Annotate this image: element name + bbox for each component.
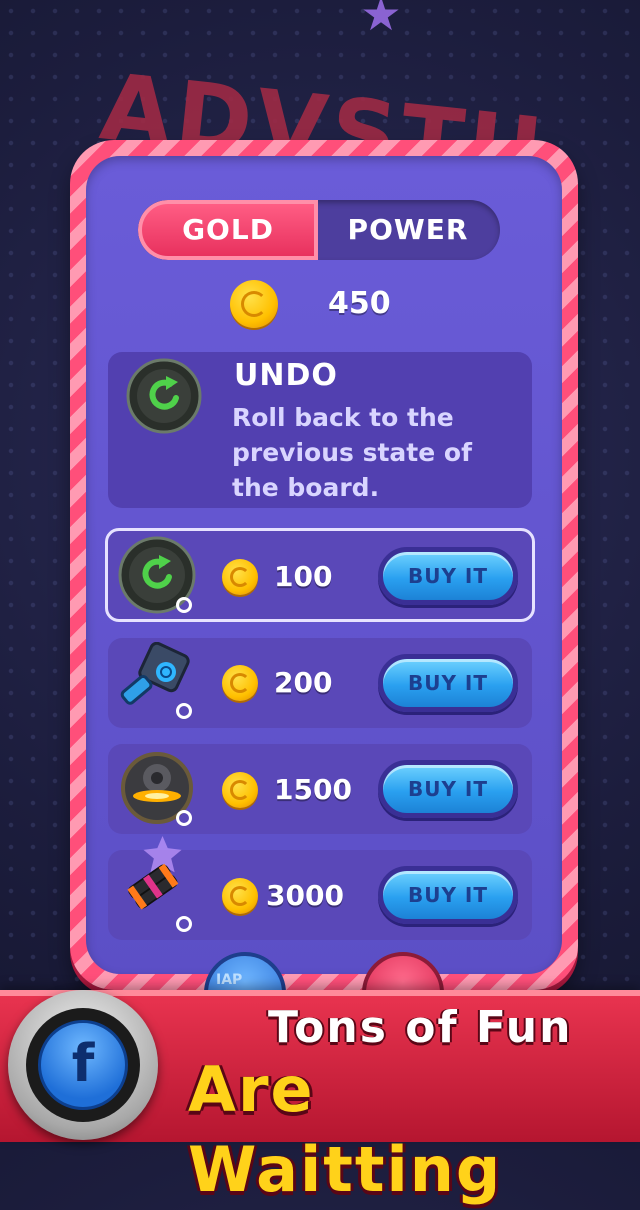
item-price: 1500 <box>274 773 352 806</box>
quantity-badge <box>176 703 192 719</box>
banner-subheadline: Are Waitting <box>188 1053 503 1206</box>
iap-label: IAP <box>216 972 243 988</box>
gold-coin-icon <box>222 559 258 595</box>
tab-gold[interactable]: GOLD <box>138 200 318 260</box>
star-decoration: ★ <box>360 0 402 41</box>
item-title: UNDO <box>234 358 338 393</box>
banner-headline: Tons of Fun <box>268 1002 573 1053</box>
gold-coin-icon <box>222 772 258 808</box>
quantity-badge <box>176 916 192 932</box>
buy-dynamite-button[interactable]: BUY IT <box>378 866 518 924</box>
gold-coin-icon <box>230 280 278 328</box>
item-price: 200 <box>274 666 333 699</box>
shop-tabs: GOLD POWER <box>138 200 500 260</box>
item-description: Roll back to the previous state of the b… <box>232 403 472 502</box>
item-price: 100 <box>274 560 333 593</box>
gold-coin-icon <box>222 878 258 914</box>
gold-balance: 450 <box>328 286 391 321</box>
facebook-icon[interactable]: f <box>38 1020 128 1110</box>
quantity-badge <box>176 597 192 613</box>
buy-hammer-button[interactable]: BUY IT <box>378 654 518 712</box>
undo-icon <box>126 358 202 434</box>
tab-power[interactable]: POWER <box>318 200 498 260</box>
dynamite-icon <box>127 836 182 910</box>
buy-bomb-button[interactable]: BUY IT <box>378 760 518 818</box>
gold-coin-icon <box>222 665 258 701</box>
quantity-badge <box>176 810 192 826</box>
buy-undo-button[interactable]: BUY IT <box>378 547 518 605</box>
item-price: 3000 <box>266 879 344 912</box>
